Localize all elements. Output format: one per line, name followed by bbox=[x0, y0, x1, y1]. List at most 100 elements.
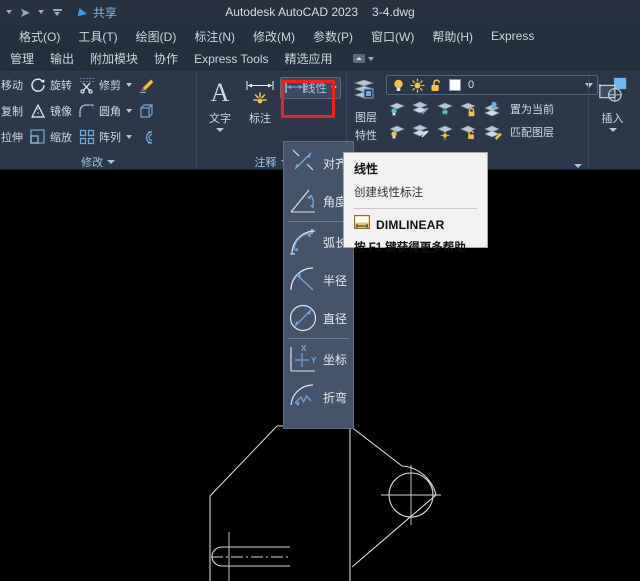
layer-color-swatch[interactable] bbox=[448, 78, 462, 92]
button-dimension-label: 标注 bbox=[249, 113, 271, 125]
current-layer-name: 0 bbox=[468, 79, 475, 91]
flyout-separator-2 bbox=[288, 338, 349, 339]
tab-output[interactable]: 输出 bbox=[42, 48, 82, 70]
rotate-icon bbox=[29, 76, 47, 94]
layer-freeze-icon[interactable] bbox=[434, 99, 456, 119]
redo-dropdown-icon[interactable] bbox=[34, 2, 48, 22]
layer-thaw-all-icon[interactable] bbox=[434, 122, 456, 142]
menu-item-dimension[interactable]: 标注(N) bbox=[185, 25, 244, 47]
flyout-item-ordinate[interactable]: X Y 坐标 bbox=[284, 340, 353, 378]
flyout-item-radius[interactable]: 半径 bbox=[284, 261, 353, 299]
tab-manage[interactable]: 管理 bbox=[2, 48, 42, 70]
button-trim[interactable]: 修剪 bbox=[75, 72, 135, 98]
layer-match-icon[interactable] bbox=[482, 122, 504, 142]
tooltip-command-row: DIMLINEAR bbox=[354, 215, 477, 234]
right-lobe-arc bbox=[401, 465, 437, 496]
button-offset[interactable] bbox=[135, 124, 159, 150]
tab-collaborate[interactable]: 协作 bbox=[146, 48, 186, 70]
panel-layers-title-line1: 图层 bbox=[355, 112, 377, 124]
button-linear-dropdown-icon[interactable] bbox=[331, 86, 337, 90]
button-copy[interactable]: 复制 bbox=[0, 98, 26, 124]
flyout-item-diameter[interactable]: 直径 bbox=[284, 299, 353, 337]
panel-annotation-title-label: 注释 bbox=[254, 156, 277, 169]
menu-item-express[interactable]: Express bbox=[482, 25, 543, 47]
button-array-dropdown-icon[interactable] bbox=[126, 135, 132, 139]
tab-addins[interactable]: 附加模块 bbox=[82, 48, 146, 70]
button-mirror[interactable]: 镜像 bbox=[26, 98, 75, 124]
flyout-item-diameter-label: 直径 bbox=[323, 311, 348, 326]
qat-customize-icon[interactable] bbox=[50, 2, 64, 22]
panel-modify-title[interactable]: 修改 bbox=[3, 154, 193, 169]
redo-icon[interactable]: ➤ bbox=[18, 2, 32, 22]
linear-dimension-tooltip: 线性 创建线性标注 DIMLINEAR 按 F1 键获得更多帮助 bbox=[343, 152, 488, 254]
button-rotate[interactable]: 旋转 bbox=[26, 72, 75, 98]
menu-item-help[interactable]: 帮助(H) bbox=[423, 25, 482, 47]
unlock-icon[interactable] bbox=[429, 78, 444, 93]
flyout-item-ordinate-label: 坐标 bbox=[323, 352, 348, 367]
layer-properties-icon[interactable] bbox=[350, 75, 382, 107]
layer-off-icon[interactable] bbox=[410, 99, 432, 119]
tooltip-help-text: 按 F1 键获得更多帮助 bbox=[354, 242, 466, 254]
layer-isolate-icon[interactable] bbox=[386, 99, 408, 119]
lightbulb-on-icon[interactable] bbox=[391, 78, 406, 93]
flyout-separator-1 bbox=[288, 221, 349, 222]
insert-block-dropdown-icon[interactable] bbox=[608, 128, 617, 132]
ribbon-minimize-dropdown-icon[interactable] bbox=[367, 56, 374, 61]
left-shaft-centerlines bbox=[211, 532, 290, 581]
svg-text:X: X bbox=[301, 344, 307, 353]
match-properties-icon bbox=[138, 76, 156, 94]
qat-overflow-left-icon[interactable] bbox=[2, 2, 16, 22]
tooltip-separator bbox=[354, 208, 477, 209]
dimension-icon bbox=[244, 76, 276, 108]
menu-item-tools[interactable]: 工具(T) bbox=[69, 25, 126, 47]
arclength-dimension-icon bbox=[286, 225, 320, 259]
menu-item-modify[interactable]: 修改(M) bbox=[244, 25, 304, 47]
insert-block-icon[interactable] bbox=[597, 76, 629, 108]
layer-unisolate-icon[interactable] bbox=[410, 122, 432, 142]
button-text-dropdown-icon[interactable] bbox=[216, 128, 224, 132]
explode-icon bbox=[138, 102, 156, 120]
layer-tool-row-2: 匹配图层 bbox=[386, 121, 598, 143]
button-linear-dimension[interactable]: 线性 bbox=[280, 77, 341, 99]
panel-layers-expand-icon[interactable] bbox=[574, 164, 582, 168]
menu-item-format[interactable]: 格式(O) bbox=[10, 25, 69, 47]
scale-icon bbox=[29, 128, 47, 146]
button-scale[interactable]: 缩放 bbox=[26, 124, 75, 150]
modify-column-4 bbox=[135, 72, 159, 150]
linear-dimension-icon bbox=[284, 79, 305, 97]
button-fillet[interactable]: 圆角 bbox=[75, 98, 135, 124]
layer-lock-icon[interactable] bbox=[458, 99, 480, 119]
flyout-item-radius-label: 半径 bbox=[323, 273, 348, 288]
layer-control-combobox[interactable]: 0 bbox=[386, 75, 598, 95]
autocad-window: ➤ ► 共享 Autodesk AutoCAD 2023 3-4.dwg 格式(… bbox=[0, 0, 640, 581]
button-move[interactable]: 移动 bbox=[0, 72, 26, 98]
layer-unlock-icon[interactable] bbox=[458, 122, 480, 142]
mirror-icon bbox=[29, 102, 47, 120]
tab-featured-apps[interactable]: 精选应用 bbox=[277, 48, 341, 70]
flyout-item-jogged[interactable]: 折弯 bbox=[284, 378, 353, 416]
chevron-down-icon[interactable] bbox=[107, 159, 115, 164]
ribbon-minimize-button[interactable] bbox=[352, 54, 374, 63]
button-explode[interactable] bbox=[135, 98, 159, 124]
button-dimension[interactable]: 标注 bbox=[240, 74, 280, 126]
layer-turn-all-on-icon[interactable] bbox=[386, 122, 408, 142]
button-trim-dropdown-icon[interactable] bbox=[126, 83, 132, 87]
button-stretch[interactable]: 拉伸 bbox=[0, 124, 26, 150]
share-button[interactable]: ► 共享 bbox=[72, 2, 121, 22]
panel-modify-title-label: 修改 bbox=[81, 156, 103, 169]
button-array[interactable]: 阵列 bbox=[75, 124, 135, 150]
button-match-properties[interactable] bbox=[135, 72, 159, 98]
button-text[interactable]: A 文字 bbox=[200, 74, 240, 132]
sun-freeze-icon[interactable] bbox=[410, 77, 425, 93]
layer-set-current-icon[interactable] bbox=[482, 99, 504, 119]
menu-item-window[interactable]: 窗口(W) bbox=[362, 25, 423, 47]
button-fillet-dropdown-icon[interactable] bbox=[126, 109, 132, 113]
diameter-dimension-icon bbox=[286, 301, 320, 335]
quick-access-toolbar: ➤ ► 共享 bbox=[0, 0, 121, 24]
share-label: 共享 bbox=[92, 5, 117, 20]
menu-item-parametric[interactable]: 参数(P) bbox=[304, 25, 362, 47]
menu-item-draw[interactable]: 绘图(D) bbox=[127, 25, 186, 47]
modify-column-3: 修剪 圆角 阵列 bbox=[75, 72, 135, 150]
layer-tool-rows: 置为当前 匹配图层 bbox=[386, 98, 598, 143]
tab-express-tools[interactable]: Express Tools bbox=[186, 48, 276, 70]
